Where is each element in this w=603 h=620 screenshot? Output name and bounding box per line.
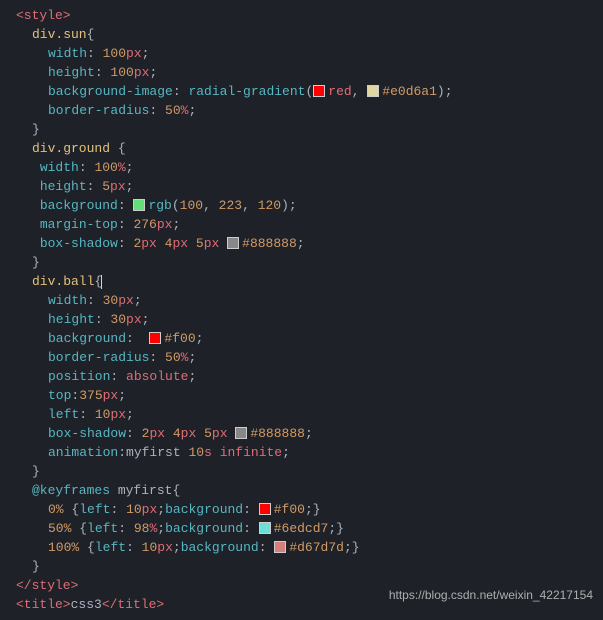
color-swatch [235,427,247,439]
code-line: top:375px; [8,386,603,405]
code-line: left: 10px; [8,405,603,424]
code-line: background: rgb(100, 223, 120); [8,196,603,215]
code-line: } [8,462,603,481]
code-line: height: 100px; [8,63,603,82]
code-line: height: 5px; [8,177,603,196]
code-line: <style> [8,6,603,25]
code-line: div.sun{ [8,25,603,44]
color-swatch [367,85,379,97]
code-line: border-radius: 50%; [8,348,603,367]
code-line: width: 100px; [8,44,603,63]
code-line: 50% {left: 98%;background: #6edcd7;} [8,519,603,538]
code-line: background-image: radial-gradient(red, #… [8,82,603,101]
code-line: @keyframes myfirst{ [8,481,603,500]
text-cursor [101,275,102,289]
color-swatch [227,237,239,249]
code-line: } [8,557,603,576]
code-line: margin-top: 276px; [8,215,603,234]
color-swatch [149,332,161,344]
watermark-text: https://blog.csdn.net/weixin_42217154 [389,586,593,605]
code-line: div.ball{ [8,272,603,291]
code-line: box-shadow: 2px 4px 5px #888888; [8,424,603,443]
code-line: width: 100%; [8,158,603,177]
tag: <style> [16,8,71,23]
code-line: } [8,120,603,139]
code-line: width: 30px; [8,291,603,310]
code-line: animation:myfirst 10s infinite; [8,443,603,462]
code-editor[interactable]: <style> div.sun{ width: 100px; height: 1… [0,0,603,620]
color-swatch [133,199,145,211]
code-line: box-shadow: 2px 4px 5px #888888; [8,234,603,253]
code-line: background: #f00; [8,329,603,348]
code-line: 0% {left: 10px;background: #f00;} [8,500,603,519]
code-line: 100% {left: 10px;background: #d67d7d;} [8,538,603,557]
code-line: border-radius: 50%; [8,101,603,120]
color-swatch [313,85,325,97]
code-line: position: absolute; [8,367,603,386]
color-swatch [274,541,286,553]
color-swatch [259,522,271,534]
code-line: height: 30px; [8,310,603,329]
code-line: } [8,253,603,272]
code-line: div.ground { [8,139,603,158]
color-swatch [259,503,271,515]
